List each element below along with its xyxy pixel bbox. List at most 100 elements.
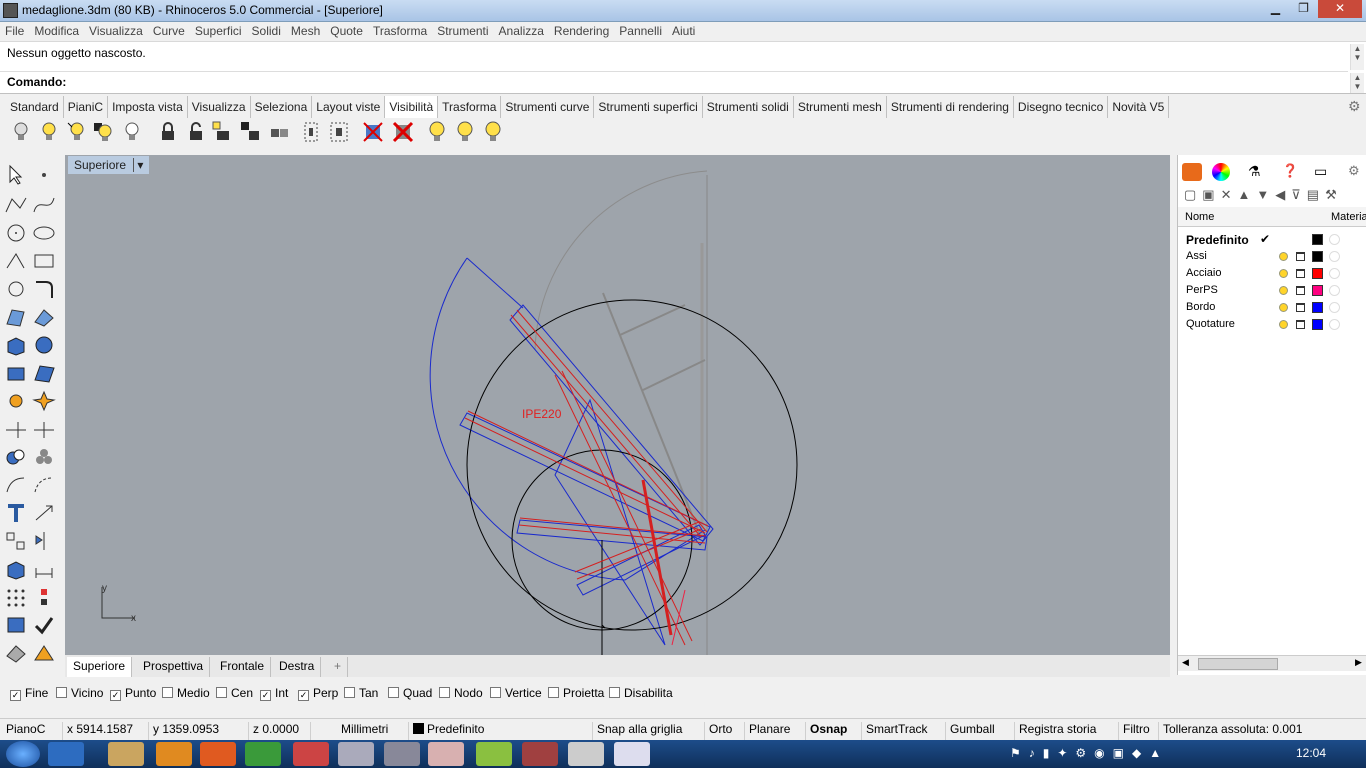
- monitor-tab-icon[interactable]: ▭: [1314, 163, 1327, 180]
- mirror-icon[interactable]: [32, 530, 56, 552]
- ie-icon[interactable]: [48, 742, 84, 766]
- offset-icon[interactable]: [4, 474, 28, 496]
- layer-name[interactable]: PerPS: [1186, 284, 1218, 296]
- osnap-cen[interactable]: Cen: [216, 686, 253, 700]
- layer-color-swatch[interactable]: [1312, 268, 1323, 279]
- viewport-tab-prospettiva[interactable]: Prospettiva: [137, 657, 211, 677]
- hide-in-detail-icon[interactable]: [362, 121, 384, 143]
- bulb-show-selected-icon[interactable]: [66, 121, 88, 143]
- bulb-on-icon[interactable]: [38, 121, 60, 143]
- viewport-top[interactable]: IPE220 y x: [65, 155, 1170, 655]
- tab-strumenti-solidi[interactable]: Strumenti solidi: [703, 96, 794, 118]
- history-scrollbar[interactable]: ▲ ▼: [1350, 44, 1364, 70]
- explode-icon[interactable]: [32, 390, 56, 412]
- menu-analizza[interactable]: Analizza: [494, 22, 549, 40]
- split-icon[interactable]: [32, 418, 56, 440]
- tab-standard[interactable]: Standard: [6, 96, 64, 118]
- ortho-toggle[interactable]: Orto: [704, 722, 732, 740]
- polygon-icon[interactable]: [4, 278, 28, 300]
- menu-visualizza[interactable]: Visualizza: [84, 22, 148, 40]
- material-icon[interactable]: [1329, 268, 1340, 279]
- viewport-tab-frontale[interactable]: Frontale: [214, 657, 272, 677]
- delete-layer-icon[interactable]: ✕: [1221, 187, 1238, 202]
- lock-icon[interactable]: [1296, 303, 1305, 312]
- material-icon[interactable]: [1329, 234, 1340, 245]
- analyze-icon[interactable]: [4, 614, 28, 636]
- unlock-icon[interactable]: [185, 121, 207, 143]
- menu-quote[interactable]: Quote: [325, 22, 368, 40]
- panel-hscroll[interactable]: ◀ ▶: [1178, 655, 1366, 671]
- viewport-tab-destra[interactable]: Destra: [273, 657, 322, 677]
- viewport-canvas[interactable]: IPE220 y x: [65, 155, 1170, 655]
- menu-file[interactable]: File: [0, 22, 29, 40]
- offset-curve-icon[interactable]: [32, 474, 56, 496]
- bulb-off-icon[interactable]: [10, 121, 32, 143]
- osnap-perp[interactable]: ✓ Perp: [298, 686, 338, 701]
- command-input[interactable]: [70, 73, 1340, 91]
- filter-icon[interactable]: ⊽: [1291, 187, 1307, 202]
- tab-imposta-vista[interactable]: Imposta vista: [108, 96, 188, 118]
- grid-points-icon[interactable]: [4, 586, 28, 608]
- box-icon[interactable]: [4, 334, 28, 356]
- osnap-vicino[interactable]: Vicino: [56, 686, 103, 700]
- units-label[interactable]: Millimetri: [310, 722, 388, 740]
- tab-strumenti-rendering[interactable]: Strumenti di rendering: [887, 96, 1014, 118]
- rectangle-icon[interactable]: [32, 250, 56, 272]
- smarttrack-toggle[interactable]: SmartTrack: [861, 722, 928, 740]
- checkbox-icon[interactable]: [609, 687, 620, 698]
- grid-snap-toggle[interactable]: Snap alla griglia: [592, 722, 682, 740]
- tools-icon[interactable]: ⚒: [1325, 187, 1343, 202]
- circle-icon[interactable]: [4, 222, 28, 244]
- osnap-toggle[interactable]: Osnap: [805, 722, 847, 740]
- layer-bulb-all-icon[interactable]: [482, 121, 504, 143]
- osnap-nodo[interactable]: Nodo: [439, 686, 483, 700]
- text-icon[interactable]: [4, 502, 28, 524]
- tab-strumenti-mesh[interactable]: Strumenti mesh: [794, 96, 887, 118]
- menu-rendering[interactable]: Rendering: [549, 22, 614, 40]
- new-sublayer-icon[interactable]: ▣: [1202, 187, 1220, 202]
- bulb-points-icon[interactable]: [121, 121, 143, 143]
- checkbox-icon[interactable]: [548, 687, 559, 698]
- checkbox-icon[interactable]: [439, 687, 450, 698]
- lock-icon[interactable]: [1296, 252, 1305, 261]
- checkbox-icon[interactable]: [388, 687, 399, 698]
- osnap-tan[interactable]: Tan: [344, 686, 378, 700]
- move-down-icon[interactable]: ▼: [1256, 187, 1275, 202]
- layer-row[interactable]: Acciaio: [1178, 265, 1366, 282]
- media-icon[interactable]: [156, 742, 192, 766]
- filter-toggle[interactable]: Filtro: [1118, 722, 1150, 740]
- layer-name[interactable]: Quotature: [1186, 318, 1235, 330]
- new-layer-icon[interactable]: ▢: [1184, 187, 1202, 202]
- osnap-punto[interactable]: ✓ Punto: [110, 686, 156, 701]
- layer-color-swatch[interactable]: [1312, 251, 1323, 262]
- hide-points-icon[interactable]: [328, 121, 350, 143]
- tab-novita-v5[interactable]: Novità V5: [1108, 96, 1170, 118]
- material-icon[interactable]: [1329, 302, 1340, 313]
- gumball-toggle[interactable]: Gumball: [945, 722, 995, 740]
- visibility-bulb-icon[interactable]: [1279, 252, 1288, 261]
- folder-icon[interactable]: [476, 742, 512, 766]
- mesh-from-nurbs-icon[interactable]: [4, 642, 28, 664]
- lock-icon[interactable]: [157, 121, 179, 143]
- visibility-bulb-icon[interactable]: [1279, 286, 1288, 295]
- rhino-taskbar-icon[interactable]: [428, 742, 464, 766]
- menu-strumenti[interactable]: Strumenti: [432, 22, 493, 40]
- move-icon[interactable]: [32, 502, 56, 524]
- arc-icon[interactable]: [4, 250, 28, 272]
- rhino-window-icon[interactable]: [568, 742, 604, 766]
- osnap-vertice[interactable]: Vertice: [490, 686, 542, 700]
- control-points-icon[interactable]: [32, 586, 56, 608]
- menu-aiuti[interactable]: Aiuti: [667, 22, 700, 40]
- checkbox-icon[interactable]: ✓: [10, 690, 21, 701]
- layer-row[interactable]: PerPS: [1178, 282, 1366, 299]
- fillet-icon[interactable]: [32, 278, 56, 300]
- tab-trasforma[interactable]: Trasforma: [438, 96, 502, 118]
- minimize-icon[interactable]: ▁: [1262, 0, 1289, 18]
- menu-curve[interactable]: Curve: [148, 22, 190, 40]
- paint-icon[interactable]: [32, 642, 56, 664]
- firefox-icon[interactable]: [200, 742, 236, 766]
- ellipse-icon[interactable]: [32, 222, 56, 244]
- osnap-disabilita[interactable]: Disabilita: [609, 686, 673, 700]
- maximize-icon[interactable]: ❐: [1290, 0, 1317, 18]
- move-up-icon[interactable]: ▲: [1238, 187, 1257, 202]
